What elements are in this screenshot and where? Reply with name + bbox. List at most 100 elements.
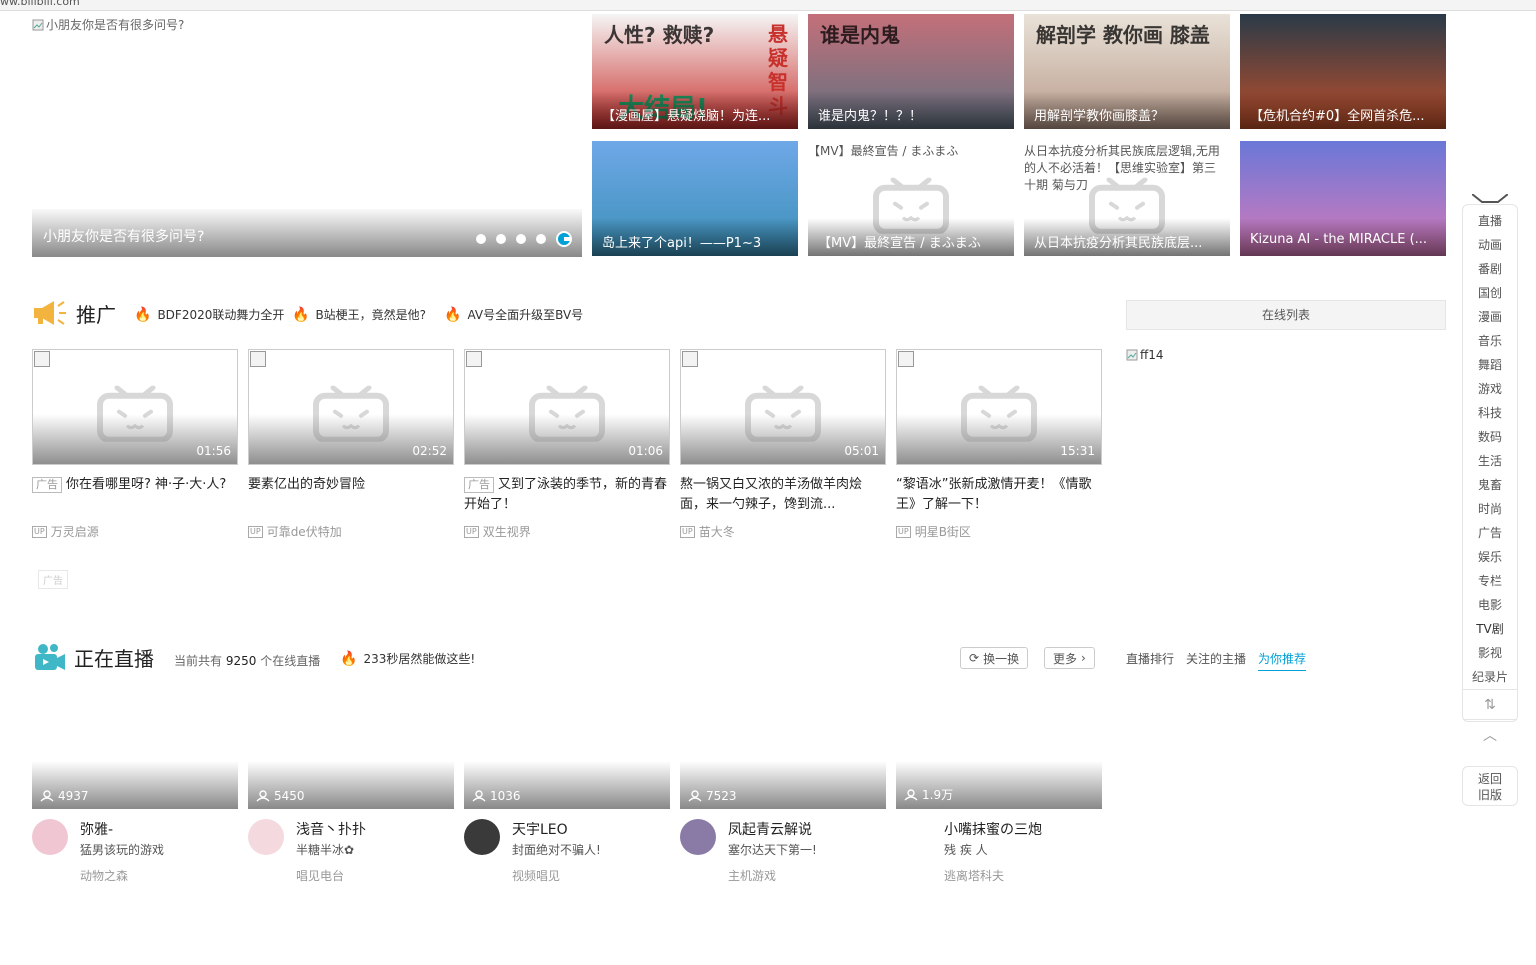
room-title[interactable]: 半糖半冰✿	[296, 841, 354, 858]
live-hot-topic[interactable]: 🔥 233秒居然能做这些!	[340, 650, 475, 667]
sidenav-item[interactable]: 动画	[1463, 233, 1517, 257]
sidenav-item[interactable]: 电影	[1463, 593, 1517, 617]
banner-tile[interactable]: 人性? 救赎?悬疑智斗大结局!【漫画屋】悬疑烧脑！为连...	[592, 14, 798, 129]
back-to-top-button[interactable]: ︿	[1463, 719, 1517, 749]
room-title[interactable]: 猛男该玩的游戏	[80, 841, 164, 858]
promo-video-card[interactable]: 01:06 广告 又到了泳装的季节，新的青春开始了！ UP 双生视界	[464, 349, 670, 540]
sidenav-item[interactable]: 纪录片	[1463, 665, 1517, 689]
sidenav-item[interactable]: 番剧	[1463, 257, 1517, 281]
live-room-card[interactable]: 5450 浅音丶扑扑半糖半冰✿ 唱见电台	[248, 689, 454, 897]
sidenav-item[interactable]: 生活	[1463, 449, 1517, 473]
sidenav-item[interactable]: 广告	[1463, 521, 1517, 545]
streamer-name[interactable]: 小嘴抹蜜の三炮	[944, 819, 1042, 839]
sidenav-item[interactable]: 时尚	[1463, 497, 1517, 521]
banner-tile[interactable]: 谁是内鬼 谁是内鬼？！？！	[808, 14, 1014, 129]
tab-recommended[interactable]: 为你推荐	[1258, 650, 1307, 671]
sidenav-item[interactable]: 数码	[1463, 425, 1517, 449]
sidenav-item[interactable]: 舞蹈	[1463, 353, 1517, 377]
tile-title[interactable]: 谁是内鬼？！？！	[808, 91, 1014, 129]
video-thumbnail[interactable]: 05:01	[680, 349, 886, 465]
tile-title[interactable]: 岛上来了个api！——P1~3	[592, 218, 798, 256]
video-title[interactable]: 广告 你在看哪里呀? 神·子·大·人?	[32, 475, 238, 515]
hero-dot[interactable]	[476, 234, 486, 244]
sidenav-item[interactable]: 专栏	[1463, 569, 1517, 593]
live-room-card[interactable]: 1.9万小嘴抹蜜の三炮残 疾 人逃离塔科夫	[896, 689, 1102, 897]
live-room-card[interactable]: 1036 天宇LEO 封面绝对不骗人! 视频唱见	[464, 689, 670, 897]
hero-dot-active[interactable]	[556, 231, 572, 247]
banner-tile[interactable]: 从日本抗疫分析其民族底层逻辑,无用的人不必活着！【思维实验室】第三十期 菊与刀从…	[1024, 141, 1230, 256]
sidenav-item[interactable]: 鬼畜	[1463, 473, 1517, 497]
back-to-old-version-button[interactable]: 返回 旧版	[1462, 766, 1518, 806]
tab-followed-streamers[interactable]: 关注的主播	[1186, 650, 1246, 671]
streamer-name[interactable]: 浅音丶扑扑	[296, 819, 366, 839]
streamer-name[interactable]: 凤起青云解说	[728, 819, 812, 839]
video-thumbnail[interactable]: 15:31	[896, 349, 1102, 465]
promo-video-card[interactable]: 05:01 熬一锅又白又浓的羊汤做羊肉烩面，来一勺辣子，馋到流... UP 苗大冬	[680, 349, 886, 540]
hero-caption[interactable]: 小朋友你是否有很多问号?	[43, 226, 204, 246]
live-room-card[interactable]: 4937 弥雅- 猛男该玩的游戏 动物之森	[32, 689, 238, 897]
video-title[interactable]: 熬一锅又白又浓的羊汤做羊肉烩面，来一勺辣子，馋到流...	[680, 475, 886, 515]
streamer-name[interactable]: 弥雅-	[80, 819, 113, 839]
banner-tile[interactable]: 【危机合约#0】全网首杀危...	[1240, 14, 1446, 129]
sidenav-item[interactable]: 科技	[1463, 401, 1517, 425]
hot-topic-1[interactable]: 🔥 BDF2020联动舞力全开	[134, 306, 284, 323]
sidenav-item[interactable]: 国创	[1463, 281, 1517, 305]
tile-title[interactable]: 用解剖学教你画膝盖？	[1024, 91, 1230, 129]
video-title[interactable]: 广告 又到了泳装的季节，新的青春开始了！	[464, 475, 670, 515]
video-thumbnail[interactable]: 01:56	[32, 349, 238, 465]
tile-title[interactable]: 【MV】最終宣告 / まふまふ	[808, 218, 1014, 256]
sidenav-item[interactable]: 影视	[1463, 641, 1517, 665]
live-thumbnail[interactable]: 1.9万	[896, 689, 1102, 809]
sidenav-item[interactable]: 娱乐	[1463, 545, 1517, 569]
sort-toggle[interactable]: ⇅	[1463, 689, 1517, 719]
hot-topic-2[interactable]: 🔥 B站梗王，竟然是他?	[292, 306, 426, 323]
room-category[interactable]: 动物之森	[80, 867, 128, 884]
promo-video-card[interactable]: 02:52 要素亿出的奇妙冒险 UP 可靠de伏特加	[248, 349, 454, 540]
online-list-button[interactable]: 在线列表	[1126, 300, 1446, 330]
tile-title[interactable]: 从日本抗疫分析其民族底层...	[1024, 218, 1230, 256]
video-thumbnail[interactable]: 01:06	[464, 349, 670, 465]
room-title[interactable]: 封面绝对不骗人!	[512, 841, 601, 858]
uploader[interactable]: UP 万灵启源	[32, 523, 238, 540]
live-thumbnail[interactable]: 7523	[680, 689, 886, 809]
banner-tile[interactable]: 【MV】最終宣告 / まふまふ 【MV】最終宣告 / まふまふ	[808, 141, 1014, 256]
streamer-name[interactable]: 天宇LEO	[512, 819, 568, 839]
room-category[interactable]: 唱见电台	[296, 867, 344, 884]
live-thumbnail[interactable]: 5450	[248, 689, 454, 809]
browser-address-bar[interactable]: ww.bilibili.com	[0, 0, 1536, 11]
video-thumbnail[interactable]: 02:52	[248, 349, 454, 465]
room-category[interactable]: 视频唱见	[512, 867, 560, 884]
ff14-broken-image[interactable]: ff14	[1126, 348, 1164, 362]
hero-dot[interactable]	[516, 234, 526, 244]
avatar[interactable]	[896, 819, 932, 855]
live-thumbnail[interactable]: 1036	[464, 689, 670, 809]
uploader[interactable]: UP 双生视界	[464, 523, 670, 540]
sidenav-item[interactable]: 直播	[1463, 209, 1517, 233]
tab-live-rank[interactable]: 直播排行	[1126, 650, 1174, 671]
more-button[interactable]: 更多 ›	[1044, 647, 1095, 669]
banner-tile[interactable]: Kizuna AI - the MIRACLE (...	[1240, 141, 1446, 256]
video-title[interactable]: “黎语冰”张新成激情开麦！《情歌王》了解一下！	[896, 475, 1102, 515]
sidenav-item[interactable]: 音乐	[1463, 329, 1517, 353]
refresh-button[interactable]: ⟳ 换一换	[960, 647, 1029, 669]
hero-banner[interactable]: 小朋友你是否有很多问号? 小朋友你是否有很多问号?	[32, 14, 582, 257]
banner-tile[interactable]: 岛上来了个api！——P1~3	[592, 141, 798, 256]
promo-video-card[interactable]: 15:31 “黎语冰”张新成激情开麦！《情歌王》了解一下！ UP 明星B街区	[896, 349, 1102, 540]
room-title[interactable]: 残 疾 人	[944, 841, 988, 858]
promo-video-card[interactable]: 01:56 广告 你在看哪里呀? 神·子·大·人? UP 万灵启源	[32, 349, 238, 540]
uploader[interactable]: UP 苗大冬	[680, 523, 886, 540]
tile-title[interactable]: 【漫画屋】悬疑烧脑！为连...	[592, 91, 798, 129]
avatar[interactable]	[248, 819, 284, 855]
avatar[interactable]	[680, 819, 716, 855]
hero-dot[interactable]	[536, 234, 546, 244]
avatar[interactable]	[32, 819, 68, 855]
room-category[interactable]: 逃离塔科夫	[944, 867, 1004, 884]
sidenav-item[interactable]: 漫画	[1463, 305, 1517, 329]
live-room-card[interactable]: 7523 凤起青云解说 塞尔达天下第一! 主机游戏	[680, 689, 886, 897]
uploader[interactable]: UP 明星B街区	[896, 523, 1102, 540]
live-thumbnail[interactable]: 4937	[32, 689, 238, 809]
uploader[interactable]: UP 可靠de伏特加	[248, 523, 454, 540]
room-title[interactable]: 塞尔达天下第一!	[728, 841, 817, 858]
hero-dot[interactable]	[496, 234, 506, 244]
hot-topic-3[interactable]: 🔥 AV号全面升级至BV号	[444, 306, 583, 323]
